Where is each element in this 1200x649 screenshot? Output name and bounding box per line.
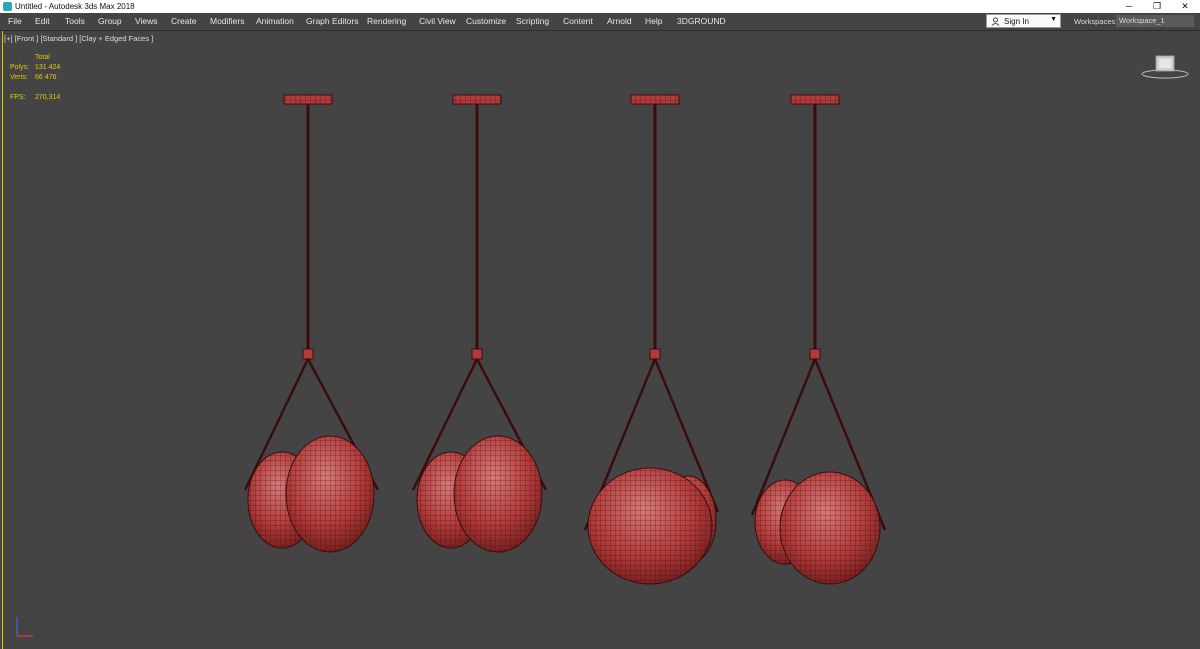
stats-total-header: Total: [35, 54, 50, 61]
viewcube-icon[interactable]: [1140, 52, 1190, 80]
pendant-lamp-2[interactable]: [411, 94, 548, 553]
stats-verts-value: 66 476: [35, 74, 57, 81]
pendant-lamp-1[interactable]: [243, 94, 380, 553]
pendant-lamp-3[interactable]: [583, 94, 720, 585]
stats-polys-value: 131 424: [35, 64, 61, 71]
stats-fps-value: 270,314: [35, 94, 61, 101]
stats-verts-label: Verts:: [10, 74, 28, 81]
axis-gizmo-icon: [16, 617, 33, 637]
scene-render: [16, 94, 887, 637]
viewport-label[interactable]: [+] [Front ] [Standard ] [Clay + Edged F…: [4, 34, 153, 43]
pendant-lamp-4[interactable]: [750, 94, 887, 585]
stats-fps-label: FPS:: [10, 94, 26, 101]
stats-polys-label: Polys:: [10, 64, 30, 71]
